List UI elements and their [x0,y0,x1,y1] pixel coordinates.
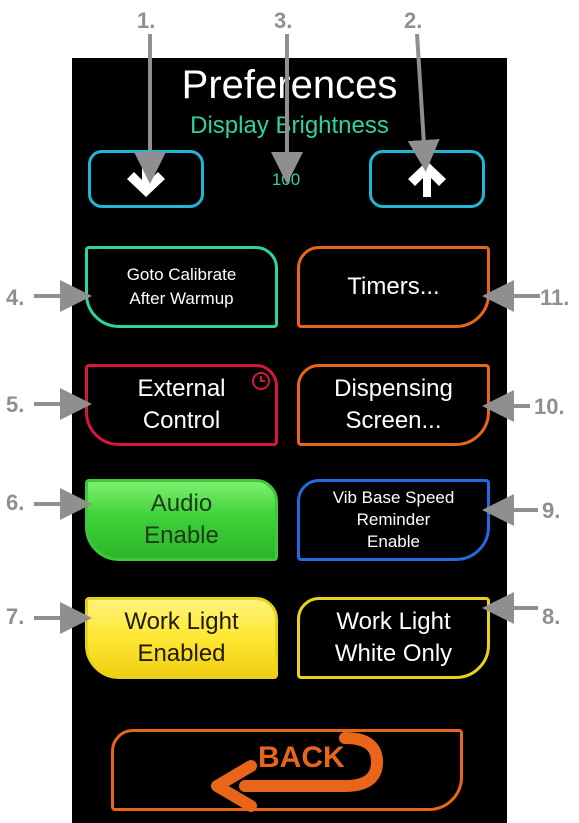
callout-3: 3. [274,8,293,33]
callout-1: 1. [137,8,156,33]
callout-11: 11. [540,285,570,310]
callout-5: 5. [6,392,25,417]
callout-6: 6. [6,490,25,515]
callout-10: 10. [534,394,565,419]
callout-2: 2. [404,8,423,33]
callout-8: 8. [542,604,561,629]
callout-arrows [34,33,540,634]
callout-7: 7. [6,604,25,629]
callout-9: 9. [542,498,561,523]
callout-4: 4. [6,285,25,310]
